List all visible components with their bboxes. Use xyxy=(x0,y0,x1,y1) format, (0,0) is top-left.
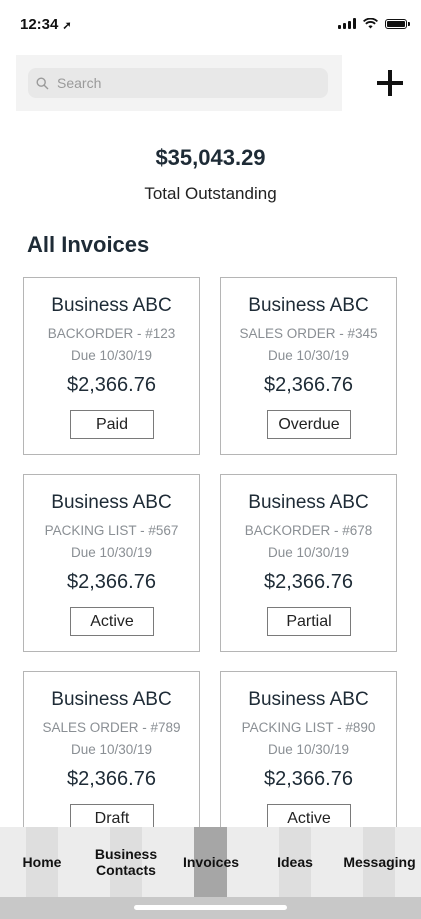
bottom-nav: Home Business Contacts Invoices Ideas Me… xyxy=(0,827,421,897)
invoice-document-type: BACKORDER - #678 xyxy=(244,523,373,538)
invoice-amount: $2,366.76 xyxy=(67,571,156,593)
invoice-document-type: PACKING LIST - #890 xyxy=(241,720,376,735)
invoice-business-name: Business ABC xyxy=(248,492,369,513)
invoice-business-name: Business ABC xyxy=(248,689,369,710)
nav-item-business-contacts[interactable]: Business Contacts xyxy=(84,827,168,897)
invoice-business-name: Business ABC xyxy=(51,295,172,316)
plus-icon xyxy=(377,70,403,96)
nav-item-messaging[interactable]: Messaging xyxy=(338,827,421,897)
status-time: 12:34 ➚ xyxy=(20,16,72,33)
invoice-document-type: BACKORDER - #123 xyxy=(47,326,176,341)
invoice-business-name: Business ABC xyxy=(51,492,172,513)
invoice-amount: $2,366.76 xyxy=(67,768,156,790)
search-header xyxy=(16,55,342,111)
invoice-document-type: SALES ORDER - #345 xyxy=(239,326,378,341)
invoice-business-name: Business ABC xyxy=(51,689,172,710)
invoice-card[interactable]: Business ABC BACKORDER - #678 Due 10/30/… xyxy=(220,474,397,652)
status-icons xyxy=(338,18,410,29)
invoice-due-date: Due 10/30/19 xyxy=(267,545,350,560)
invoice-status-button[interactable]: Overdue xyxy=(267,410,351,439)
invoice-card[interactable]: Business ABC PACKING LIST - #890 Due 10/… xyxy=(220,671,397,849)
invoice-amount: $2,366.76 xyxy=(67,374,156,396)
invoice-due-date: Due 10/30/19 xyxy=(267,348,350,363)
home-bar xyxy=(0,897,421,919)
invoice-card[interactable]: Business ABC BACKORDER - #123 Due 10/30/… xyxy=(23,277,200,455)
nav-item-home[interactable]: Home xyxy=(10,827,74,897)
invoice-amount: $2,366.76 xyxy=(264,374,353,396)
location-arrow-icon: ➚ xyxy=(62,20,72,32)
invoice-due-date: Due 10/30/19 xyxy=(267,742,350,757)
search-icon xyxy=(36,76,49,89)
battery-icon xyxy=(385,18,410,29)
invoice-document-type: PACKING LIST - #567 xyxy=(44,523,179,538)
invoice-due-date: Due 10/30/19 xyxy=(70,742,153,757)
invoice-due-date: Due 10/30/19 xyxy=(70,348,153,363)
add-invoice-button[interactable] xyxy=(370,63,410,103)
invoice-card[interactable]: Business ABC PACKING LIST - #567 Due 10/… xyxy=(23,474,200,652)
invoice-due-date: Due 10/30/19 xyxy=(70,545,153,560)
invoice-status-button[interactable]: Active xyxy=(70,607,154,636)
signal-bars-icon xyxy=(338,18,356,29)
invoice-document-type: SALES ORDER - #789 xyxy=(42,720,181,735)
status-bar: 12:34 ➚ xyxy=(0,0,421,48)
total-outstanding-amount: $35,043.29 xyxy=(155,145,266,170)
invoice-amount: $2,366.76 xyxy=(264,768,353,790)
invoice-card[interactable]: Business ABC SALES ORDER - #789 Due 10/3… xyxy=(23,671,200,849)
status-time-text: 12:34 xyxy=(20,16,59,33)
total-outstanding-label: Total Outstanding xyxy=(144,184,277,203)
invoice-card[interactable]: Business ABC SALES ORDER - #345 Due 10/3… xyxy=(220,277,397,455)
home-indicator[interactable] xyxy=(134,905,287,910)
nav-item-invoices[interactable]: Invoices xyxy=(176,827,246,897)
search-bar[interactable] xyxy=(28,68,328,98)
wifi-icon xyxy=(363,18,378,29)
invoice-status-button[interactable]: Paid xyxy=(70,410,154,439)
nav-item-ideas[interactable]: Ideas xyxy=(262,827,328,897)
invoice-amount: $2,366.76 xyxy=(264,571,353,593)
section-title: All Invoices xyxy=(27,232,150,257)
search-input[interactable] xyxy=(55,74,319,92)
invoice-business-name: Business ABC xyxy=(248,295,369,316)
invoice-status-button[interactable]: Partial xyxy=(267,607,351,636)
